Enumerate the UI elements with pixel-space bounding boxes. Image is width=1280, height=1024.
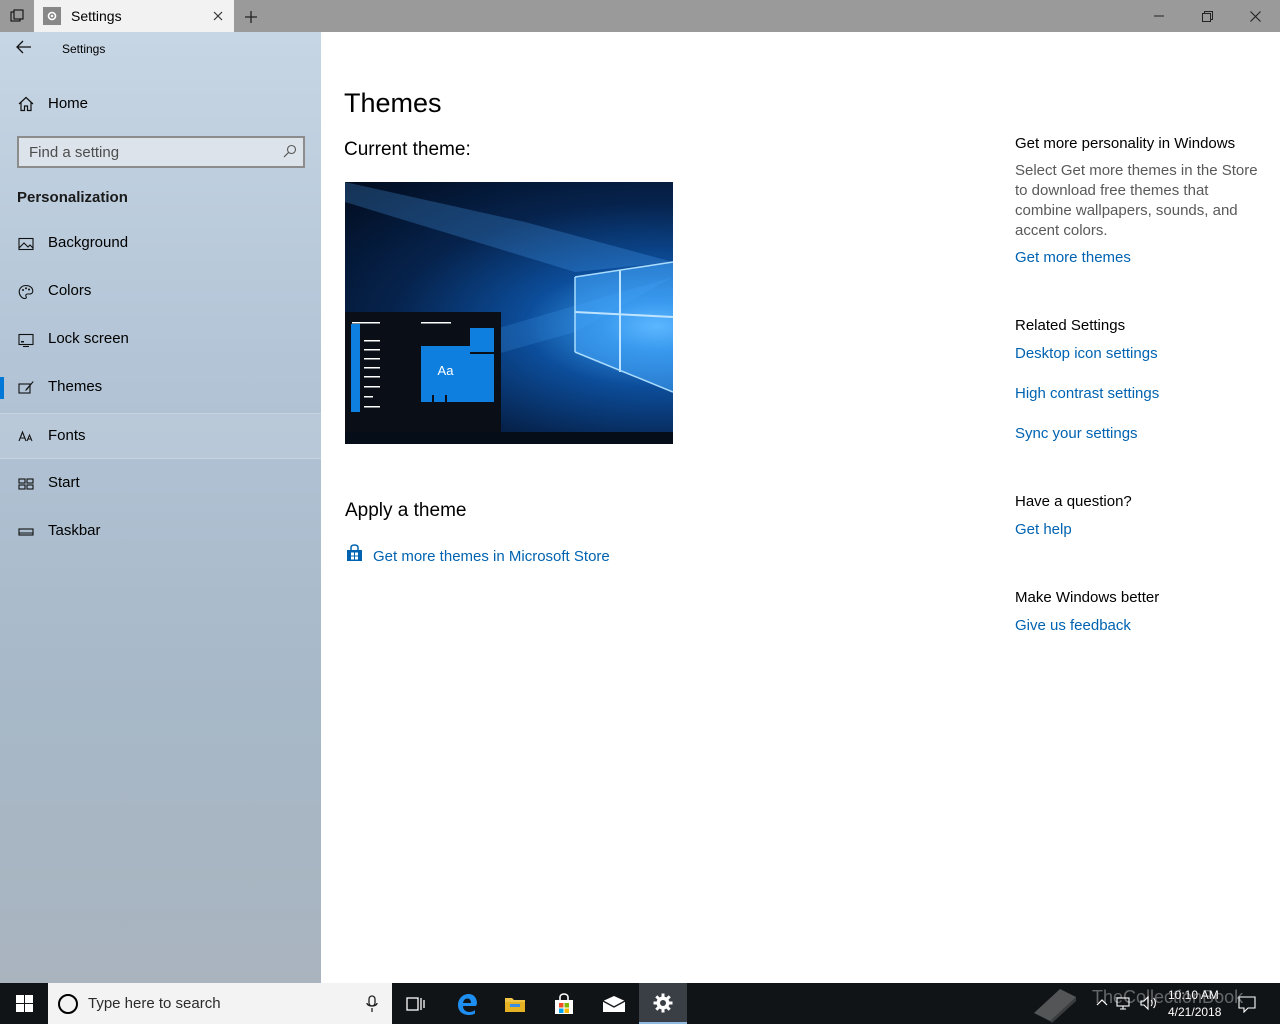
sidebar-item-home[interactable]: Home <box>0 86 321 122</box>
start-icon <box>18 476 34 492</box>
sidebar-item-background[interactable]: Background <box>0 221 321 267</box>
sidebar-item-taskbar[interactable]: Taskbar <box>0 509 321 555</box>
network-icon[interactable] <box>1116 993 1132 1018</box>
clock-time[interactable]: 10:10 AM <box>1168 988 1219 1002</box>
edge-icon[interactable] <box>443 983 491 1024</box>
app-title: Settings <box>62 42 106 56</box>
feedback-link[interactable]: Give us feedback <box>1015 617 1131 634</box>
sidebar-item-lock-screen[interactable]: Lock screen <box>0 317 321 363</box>
task-view-icon[interactable] <box>392 983 440 1024</box>
windows-logo-icon <box>15 995 33 1012</box>
microphone-icon[interactable] <box>366 995 378 1018</box>
taskbar-search-text: Type here to search <box>88 995 221 1012</box>
brush-icon <box>18 380 34 396</box>
picture-icon <box>18 236 34 252</box>
sidebar-item-label: Themes <box>48 378 103 395</box>
task-view-icon[interactable] <box>0 0 34 32</box>
sidebar-item-fonts[interactable]: Fonts <box>0 413 321 459</box>
sidebar-item-colors[interactable]: Colors <box>0 269 321 315</box>
sidebar-item-label: Start <box>48 474 80 491</box>
main-content: Themes Current theme: Aa Apply a theme G… <box>321 32 1280 983</box>
section-heading: Personalization <box>17 189 128 206</box>
lock-screen-icon <box>18 332 34 348</box>
selection-indicator <box>0 377 4 399</box>
tab-settings[interactable]: Settings <box>34 0 234 32</box>
minimize-icon[interactable] <box>1136 0 1182 32</box>
search-placeholder: Find a setting <box>29 144 120 161</box>
system-tray <box>1096 993 1158 1018</box>
font-icon <box>18 429 34 445</box>
current-theme-label: Current theme: <box>344 139 471 160</box>
related-settings-heading: Related Settings <box>1015 317 1126 334</box>
book-watermark-icon <box>1034 989 1076 1023</box>
close-icon[interactable] <box>210 8 226 24</box>
personality-description: Select Get more themes in the Store to d… <box>1015 162 1258 239</box>
settings-icon[interactable] <box>639 983 687 1024</box>
plus-icon[interactable] <box>240 6 262 28</box>
sidebar-item-label: Taskbar <box>48 522 101 539</box>
taskbar-icon <box>18 524 34 540</box>
store-icon <box>345 544 364 568</box>
action-center-icon[interactable] <box>1238 995 1256 1018</box>
file-explorer-icon[interactable] <box>491 983 539 1024</box>
volume-icon[interactable] <box>1140 993 1158 1018</box>
palette-icon <box>18 284 34 300</box>
sidebar-item-label: Fonts <box>48 427 86 444</box>
get-themes-store-link[interactable]: Get more themes in Microsoft Store <box>345 544 610 568</box>
sync-settings-link[interactable]: Sync your settings <box>1015 425 1138 442</box>
home-label: Home <box>48 95 89 112</box>
preview-tile-text: Aa <box>421 346 470 395</box>
cortana-icon <box>58 994 78 1014</box>
gear-icon <box>43 7 61 25</box>
sidebar-item-label: Lock screen <box>48 330 129 347</box>
preview-taskbar <box>345 432 673 444</box>
get-more-themes-link[interactable]: Get more themes <box>1015 249 1131 266</box>
tab-title: Settings <box>71 8 122 24</box>
close-window-icon[interactable] <box>1232 0 1278 32</box>
sidebar-item-label: Colors <box>48 282 92 299</box>
find-setting-input[interactable]: Find a setting <box>17 136 305 168</box>
taskbar-search-box[interactable]: Type here to search <box>48 983 392 1024</box>
store-icon[interactable] <box>540 983 588 1024</box>
store-link-label: Get more themes in Microsoft Store <box>373 547 610 565</box>
restore-icon[interactable] <box>1184 0 1230 32</box>
taskbar: Type here to search TheCollectionBook 10… <box>0 983 1280 1024</box>
back-arrow-icon[interactable] <box>16 40 36 56</box>
high-contrast-settings-link[interactable]: High contrast settings <box>1015 385 1159 402</box>
sidebar-item-start[interactable]: Start <box>0 461 321 507</box>
windows-better-heading: Make Windows better <box>1015 589 1160 606</box>
start-button[interactable] <box>0 983 48 1024</box>
clock-date[interactable]: 4/21/2018 <box>1168 1005 1221 1019</box>
mail-icon[interactable] <box>590 983 638 1024</box>
question-heading: Have a question? <box>1015 493 1132 510</box>
desktop-icon-settings-link[interactable]: Desktop icon settings <box>1015 345 1158 362</box>
personality-heading: Get more personality in Windows <box>1015 135 1236 152</box>
chevron-up-icon[interactable] <box>1096 993 1108 1018</box>
home-icon <box>18 96 34 117</box>
theme-preview: Aa <box>345 182 673 444</box>
title-bar: Settings <box>0 0 1280 32</box>
preview-accent-tile: Aa <box>421 346 495 428</box>
sidebar-item-themes[interactable]: Themes <box>0 365 321 411</box>
sidebar-item-label: Background <box>48 234 129 251</box>
sidebar: Settings Home Find a setting Personaliza… <box>0 32 321 983</box>
apply-theme-heading: Apply a theme <box>345 500 467 521</box>
search-icon[interactable] <box>283 144 297 163</box>
get-help-link[interactable]: Get help <box>1015 521 1072 538</box>
page-title: Themes <box>344 88 442 118</box>
